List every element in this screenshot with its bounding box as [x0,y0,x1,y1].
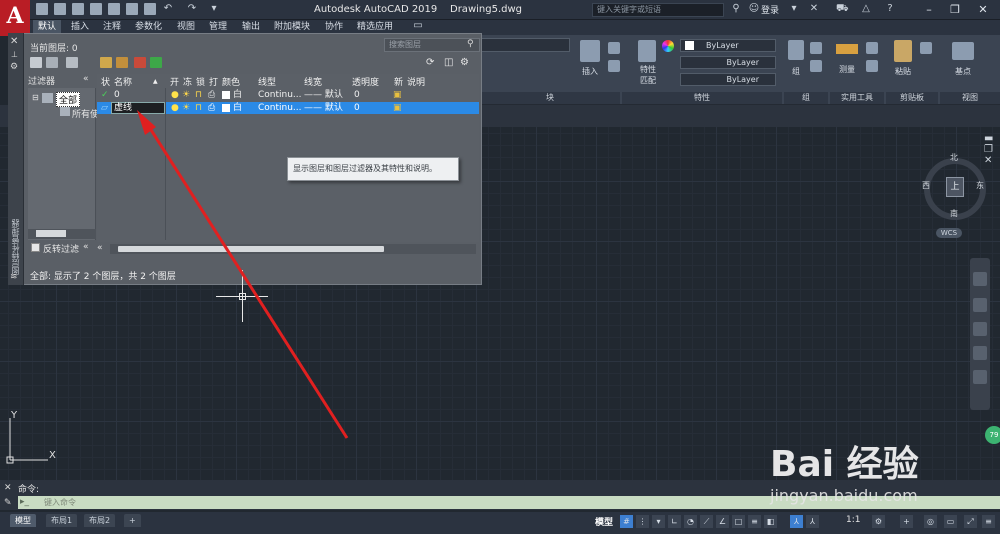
compass-north[interactable]: 北 [950,152,958,163]
isolate-icon[interactable]: ◎ [924,515,937,528]
zoom-extents-icon[interactable] [973,322,987,336]
tab-model[interactable]: 模型 [10,514,36,527]
customization-menu-icon[interactable]: ≡ [982,515,995,528]
hardware-accel-icon[interactable]: ▭ [944,515,957,528]
snap-icon[interactable]: ⋮ [636,515,649,528]
viewcube-top-face[interactable]: 上 [946,177,964,197]
lineweight-icon[interactable]: ≡ [748,515,761,528]
autoscale-icon[interactable]: ⅄ [806,515,819,528]
grid-icon[interactable]: # [620,515,633,528]
steering-wheel-icon[interactable] [973,272,987,286]
isodraft-icon[interactable]: ⟋ [700,515,713,528]
compass-east[interactable]: 东 [976,180,984,191]
baidu-watermark-url: jingyan.baidu.com [770,486,918,505]
snap-dropdown-icon[interactable]: ▾ [652,515,665,528]
baidu-watermark: Bai 经验 [770,444,919,485]
polar-icon[interactable]: ◔ [684,515,697,528]
command-history: 命令: [18,485,40,495]
workspace-gear-icon[interactable]: ⚙ [872,515,885,528]
notification-badge[interactable]: 79 [985,426,1000,444]
ucs-x-label: X [49,450,56,461]
command-close-icon[interactable]: ✕ [4,483,12,493]
tab-layout2[interactable]: 布局2 [84,514,116,527]
add-layout-icon[interactable]: + [124,514,141,527]
wcs-menu[interactable]: WCS [936,228,962,238]
osnap-tracking-icon[interactable]: ∠ [716,515,729,528]
model-space-button[interactable]: 模型 [595,515,613,528]
showmotion-icon[interactable] [973,370,987,384]
clean-screen-icon[interactable]: ⤢ [964,515,977,528]
ucs-y-label: Y [11,410,18,421]
command-prompt-icon[interactable]: ▸_ [20,497,29,507]
osnap-icon[interactable]: □ [732,515,745,528]
command-settings-icon[interactable]: ✎ [4,498,12,508]
annotation-monitor-icon[interactable]: + [900,515,913,528]
orbit-icon[interactable] [973,346,987,360]
tab-layout1[interactable]: 布局1 [46,514,78,527]
arrow-shaft [144,121,349,439]
pan-icon[interactable] [973,298,987,312]
compass-west[interactable]: 西 [922,180,930,191]
compass-south[interactable]: 南 [950,208,958,219]
ortho-icon[interactable]: ∟ [668,515,681,528]
annotation-visibility-icon[interactable]: ⅄ [790,515,803,528]
transparency-icon[interactable]: ◧ [764,515,777,528]
annotation-scale[interactable]: 1:1 [846,515,860,525]
